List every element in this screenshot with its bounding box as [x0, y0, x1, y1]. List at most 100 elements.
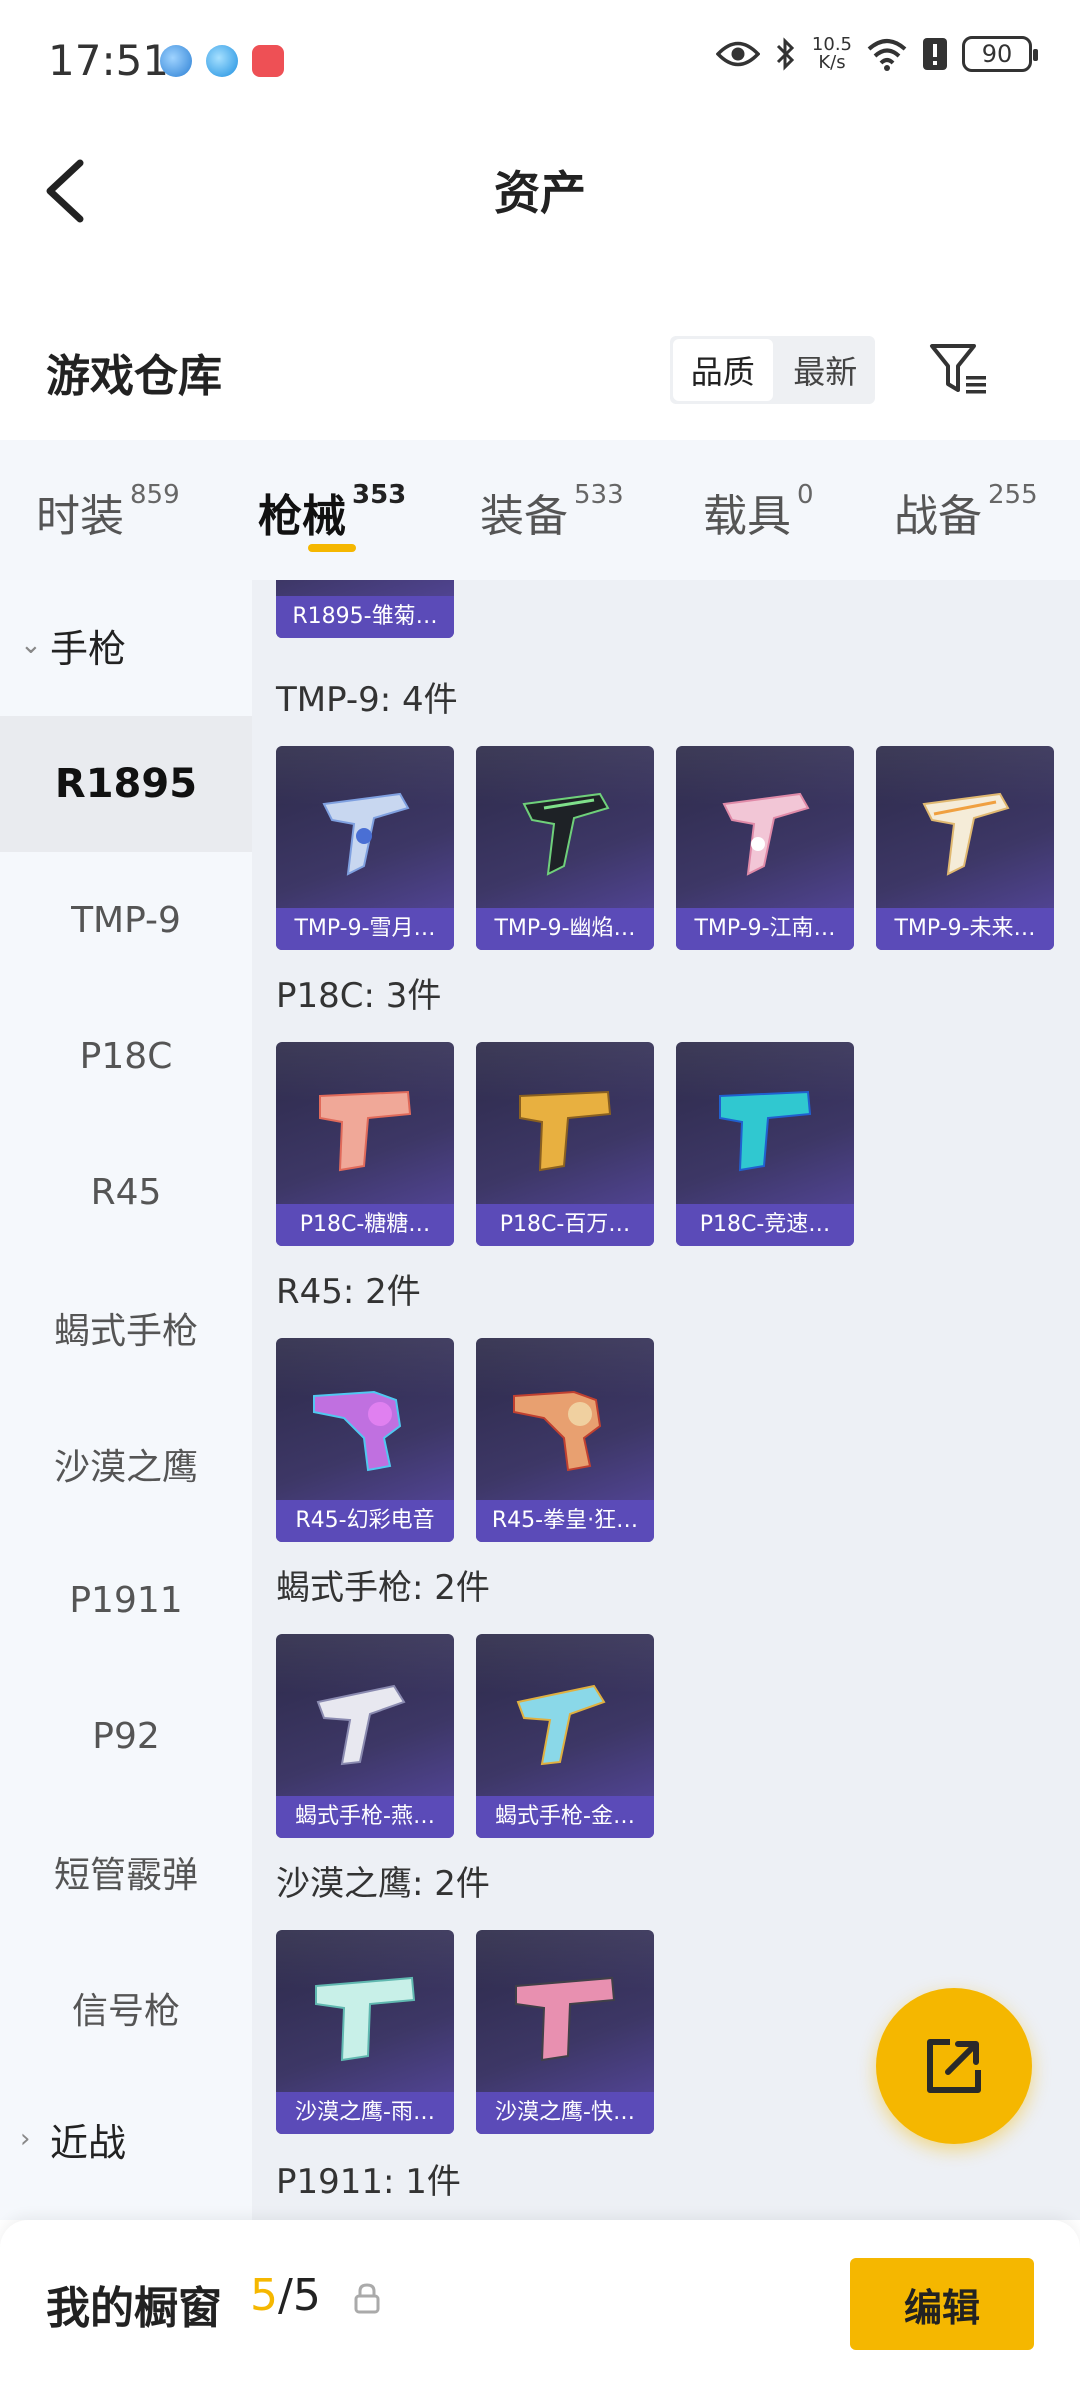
card-caption: TMP-9-雪月… [276, 908, 454, 950]
weapon-card[interactable]: TMP-9-幽焰… [476, 746, 654, 950]
tab-count: 859 [130, 480, 180, 510]
card-caption: 沙漠之鹰-雨… [276, 2092, 454, 2134]
weapon-card[interactable]: R45-拳皇·狂… [476, 1338, 654, 1542]
tab-vehicles[interactable]: 载具 0 [703, 480, 814, 544]
smg-icon [322, 792, 410, 876]
sort-newest[interactable]: 最新 [776, 336, 876, 404]
pistol-icon [519, 1090, 612, 1172]
sidebar-item-sawed-off[interactable]: 短管霰弹 [0, 1804, 252, 1940]
pistol-icon [515, 1976, 616, 2062]
weapon-card[interactable]: 蝎式手枪-金… [476, 1634, 654, 1838]
share-button[interactable] [876, 1988, 1032, 2144]
status-bar: 17:51 10.5 K/s 90 [0, 0, 1080, 125]
card-caption: TMP-9-未来… [876, 908, 1054, 950]
category-tabs: 时装 859 枪械 353 装备 533 载具 0 战备 255 [0, 440, 1080, 580]
tab-label: 载具 [703, 491, 791, 542]
edit-button[interactable]: 编辑 [850, 2258, 1034, 2350]
weapon-card[interactable]: P18C-百万… [476, 1042, 654, 1246]
sidebar-item-r1895[interactable]: R1895 [0, 716, 252, 852]
tab-label: 时装 [36, 491, 124, 542]
smg-icon [922, 792, 1010, 876]
card-caption: 蝎式手枪-金… [476, 1796, 654, 1838]
sidebar-item-tmp9[interactable]: TMP-9 [0, 852, 252, 988]
weapon-card[interactable]: R45-幻彩电音 [276, 1338, 454, 1542]
weapon-card[interactable]: TMP-9-雪月… [276, 746, 454, 950]
status-right: 10.5 K/s 90 [715, 36, 1038, 72]
card-caption: 沙漠之鹰-快… [476, 2092, 654, 2134]
group-label-r45: R45: 2件 [276, 1272, 421, 1312]
weapon-card[interactable]: 沙漠之鹰-快… [476, 1930, 654, 2134]
sidebar-item-flare-gun[interactable]: 信号枪 [0, 1940, 252, 2076]
showcase-label: 我的橱窗 [46, 2283, 222, 2334]
smg-icon [522, 792, 610, 876]
tab-guns[interactable]: 枪械 353 [258, 480, 406, 544]
sidebar-item-desert-eagle[interactable]: 沙漠之鹰 [0, 1396, 252, 1532]
sort-quality[interactable]: 品质 [673, 339, 773, 401]
lock-icon [354, 2283, 380, 2314]
sidebar-group-label: 手枪 [50, 626, 127, 671]
active-tab-indicator [308, 544, 356, 552]
tab-count: 255 [988, 480, 1038, 510]
shopping-app-icon [252, 45, 284, 77]
weapon-card[interactable]: TMP-9-江南… [676, 746, 854, 950]
chevron-down-icon: ⌄ [20, 630, 42, 660]
page-title: 资产 [494, 166, 586, 220]
group-label-p18c: P18C: 3件 [276, 976, 442, 1016]
speed-unit: K/s [818, 52, 846, 73]
weapon-card[interactable]: R1895-雏菊… [276, 580, 454, 638]
group-label-p1911: P1911: 1件 [276, 2162, 461, 2202]
wifi-icon [867, 39, 907, 71]
weapon-card[interactable]: 沙漠之鹰-雨… [276, 1930, 454, 2134]
weapon-sidebar: ⌄ 手枪 R1895 TMP-9 P18C R45 蝎式手枪 沙漠之鹰 P1911… [0, 580, 252, 2220]
card-caption: P18C-竞速… [676, 1204, 854, 1246]
card-caption: R1895-雏菊… [276, 596, 454, 638]
pistol-icon [719, 1090, 812, 1172]
app-header: 资产 [0, 125, 1080, 250]
tab-count: 533 [574, 480, 624, 510]
section-title: 游戏仓库 [46, 351, 222, 402]
showcase-current: 5 [250, 2270, 278, 2321]
weapon-card[interactable]: 蝎式手枪-燕… [276, 1634, 454, 1838]
sidebar-group-label: 近战 [50, 2120, 127, 2165]
battery-indicator: 90 [962, 36, 1038, 72]
sidebar-item-p92[interactable]: P92 [0, 1668, 252, 1804]
alert-icon [923, 38, 947, 70]
filter-icon[interactable] [928, 338, 990, 400]
weapon-card[interactable]: TMP-9-未来… [876, 746, 1054, 950]
tab-label: 枪械 [258, 491, 346, 542]
network-speed: 10.5 K/s [812, 36, 852, 72]
bluetooth-icon [776, 37, 795, 71]
group-label-scorpion: 蝎式手枪: 2件 [276, 1568, 490, 1608]
sidebar-group-pistol[interactable]: ⌄ 手枪 [0, 580, 252, 710]
weapon-grid: R1895-雏菊… TMP-9: 4件 TMP-9-雪月… TMP-9-幽焰… … [252, 580, 1080, 2220]
card-caption: R45-拳皇·狂… [476, 1500, 654, 1542]
pistol-icon [315, 1976, 416, 2062]
card-caption: TMP-9-幽焰… [476, 908, 654, 950]
sort-toggle: 品质 最新 [670, 336, 875, 404]
pistol-icon [319, 1090, 412, 1172]
tab-label: 战备 [894, 491, 982, 542]
showcase-total: /5 [278, 2270, 321, 2321]
weapon-card[interactable]: P18C-竞速… [676, 1042, 854, 1246]
sidebar-item-r45[interactable]: R45 [0, 1124, 252, 1260]
tab-count: 353 [352, 480, 407, 510]
tab-label: 装备 [480, 491, 568, 542]
smg-icon [316, 1684, 406, 1766]
revolver-icon [313, 1390, 402, 1472]
card-caption: P18C-百万… [476, 1204, 654, 1246]
card-caption: P18C-糖糖… [276, 1204, 454, 1246]
sidebar-item-p1911[interactable]: P1911 [0, 1532, 252, 1668]
eye-icon [715, 41, 760, 67]
tab-supplies[interactable]: 战备 255 [894, 480, 1038, 544]
showcase-bar: 我的橱窗 5/5 编辑 [0, 2220, 1080, 2382]
sidebar-group-melee[interactable]: › 近战 [0, 2074, 252, 2204]
tab-equipment[interactable]: 装备 533 [480, 480, 624, 544]
sidebar-item-scorpion[interactable]: 蝎式手枪 [0, 1260, 252, 1396]
browser-app-icon-2 [206, 45, 238, 77]
tab-fashion[interactable]: 时装 859 [36, 480, 180, 544]
browser-app-icon [160, 45, 192, 77]
notification-icons [160, 45, 284, 77]
tab-count: 0 [797, 480, 814, 510]
sidebar-item-p18c[interactable]: P18C [0, 988, 252, 1124]
weapon-card[interactable]: P18C-糖糖… [276, 1042, 454, 1246]
